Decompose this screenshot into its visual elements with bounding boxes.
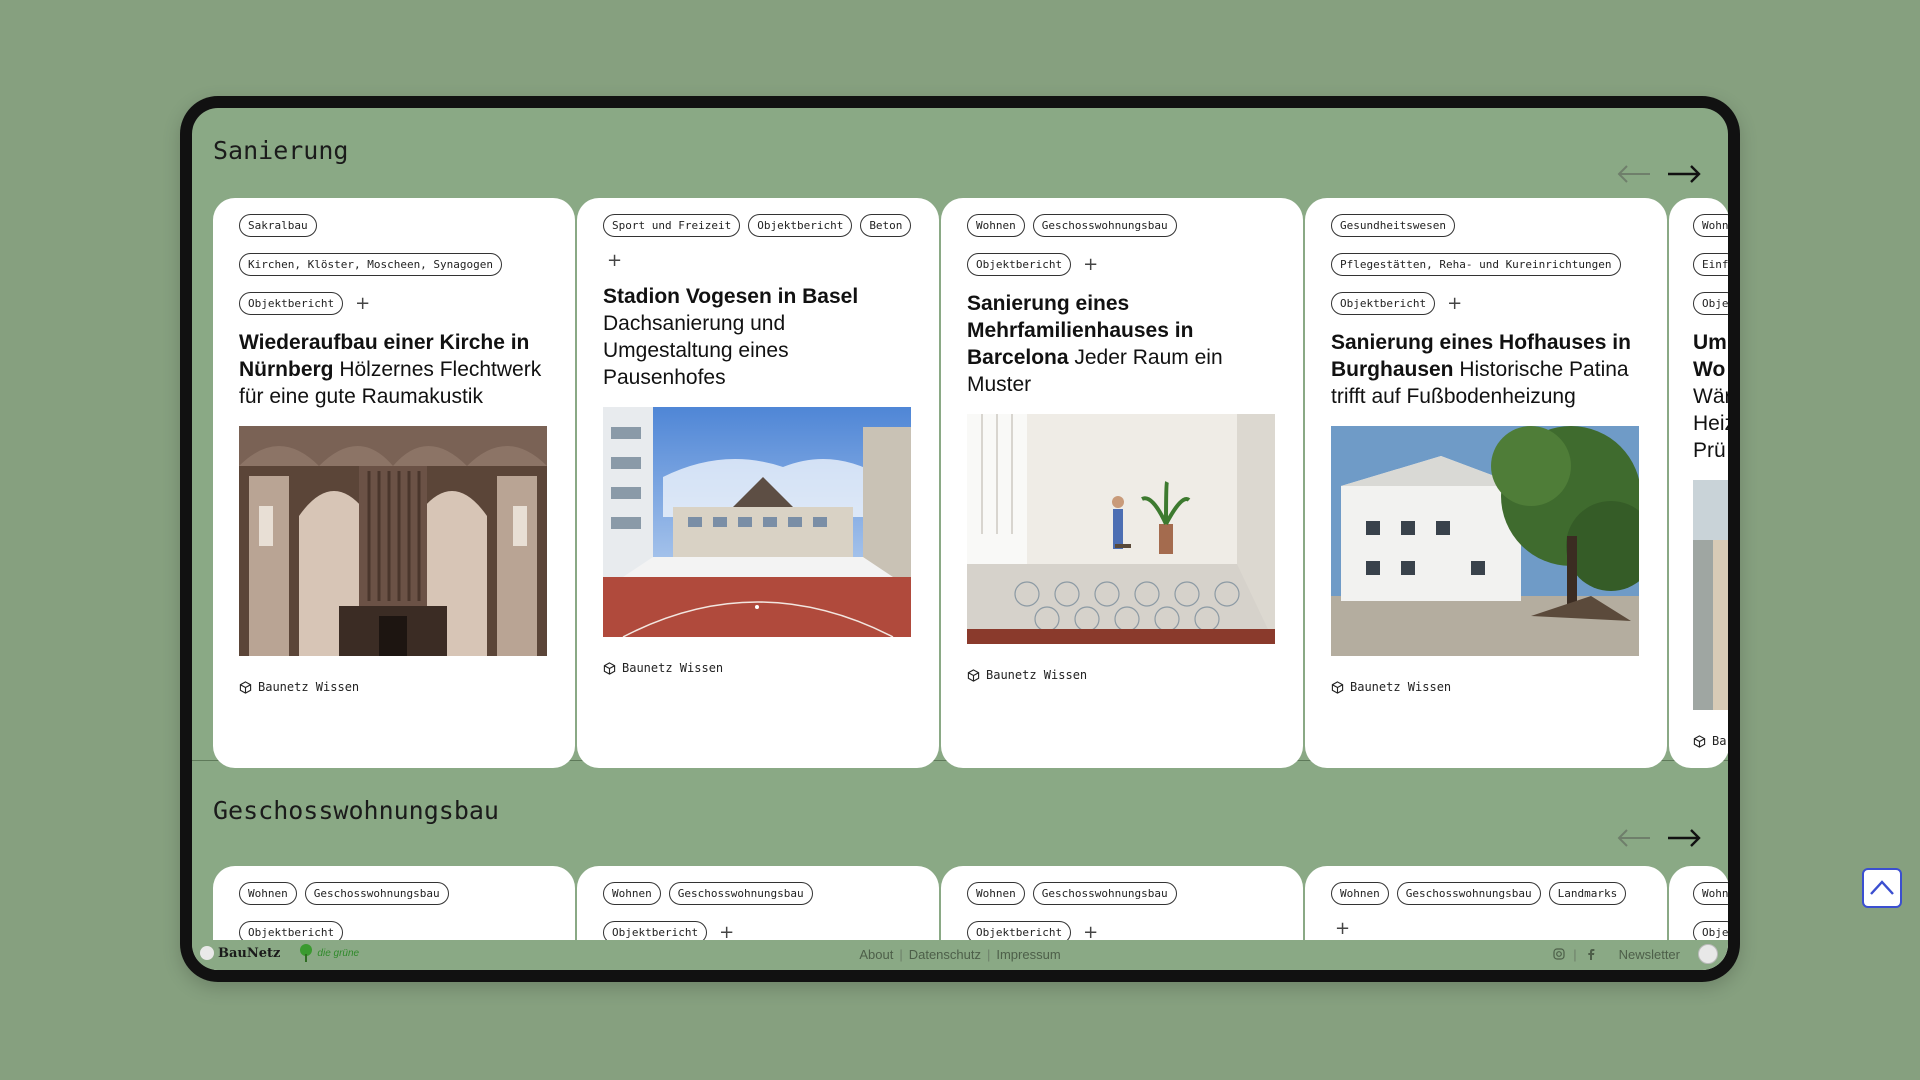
browser-screen: Sanierung Sakralbau Kirchen, Klöster, Mo… (192, 108, 1728, 970)
tag[interactable]: Wohn (1693, 214, 1728, 237)
source-label[interactable]: Baunetz Wissen (967, 668, 1277, 682)
tag[interactable]: Geschosswohnungsbau (668, 882, 813, 905)
arrow-right-icon[interactable] (1666, 162, 1702, 186)
plus-icon[interactable]: + (1335, 920, 1350, 938)
source-label[interactable]: Baunetz Wissen (239, 680, 549, 694)
tag[interactable]: Pflegestätten, Reha- und Kureinrichtunge… (1331, 253, 1621, 276)
tag[interactable]: Sakralbau (239, 214, 317, 237)
arrow-left-icon[interactable] (1616, 826, 1652, 850)
cube-icon (1693, 734, 1706, 748)
tag[interactable]: Objektbericht (239, 292, 344, 315)
tag[interactable]: Einf (1693, 253, 1728, 276)
article-card[interactable]: Sakralbau Kirchen, Klöster, Moscheen, Sy… (213, 198, 575, 768)
tag[interactable]: Beton (860, 214, 912, 237)
plus-icon[interactable]: + (355, 294, 370, 312)
tag-list: Wohn Obje (1693, 882, 1728, 944)
card-title[interactable]: Wiederaufbau einer Kirche in Nürnberg Hö… (239, 329, 549, 410)
tag[interactable]: Geschosswohnungsbau (304, 882, 449, 905)
card-title[interactable]: Um Wo Wär Heiz Prü (1693, 329, 1728, 464)
partial-image (1693, 480, 1728, 710)
footer-link-datenschutz[interactable]: Datenschutz (909, 947, 981, 962)
cube-icon (1331, 680, 1344, 694)
newsletter-link[interactable]: Newsletter (1619, 947, 1680, 962)
tag-list: Wohn Einf Obje (1693, 214, 1728, 315)
tag[interactable]: Wohnen (1331, 882, 1389, 905)
footer-logos: BauNetz die grüne (200, 944, 359, 962)
arrow-left-icon[interactable] (1616, 162, 1652, 186)
arrow-right-icon[interactable] (1666, 826, 1702, 850)
tag-list: Sport und Freizeit Objektbericht Beton + (603, 214, 943, 270)
carousel-controls (1616, 826, 1702, 850)
cube-icon (603, 661, 616, 675)
farmhouse-image (1331, 426, 1639, 656)
card-title[interactable]: Stadion Vogesen in Basel Dachsanierung u… (603, 283, 913, 391)
tag[interactable]: Geschosswohnungsbau (1032, 882, 1177, 905)
device-frame: Sanierung Sakralbau Kirchen, Klöster, Mo… (180, 96, 1740, 982)
tag-list: Wohnen Geschosswohnungsbau Objektbericht… (603, 882, 943, 944)
tag[interactable]: Wohnen (603, 882, 661, 905)
tag[interactable]: Obje (1693, 292, 1728, 315)
section-geschosswohnungsbau: Geschosswohnungsbau Wohnen Geschosswohnu… (192, 760, 1728, 970)
tag[interactable]: Objektbericht (1331, 292, 1436, 315)
tag-list: Wohnen Geschosswohnungsbau Objektbericht (239, 882, 579, 944)
article-card[interactable]: Wohnen Geschosswohnungsbau Objektbericht… (941, 198, 1303, 768)
article-card[interactable]: Sport und Freizeit Objektbericht Beton +… (577, 198, 939, 768)
cube-icon (967, 668, 980, 682)
baunetz-mark-icon (200, 946, 214, 960)
tag[interactable]: Geschosswohnungsbau (1396, 882, 1541, 905)
card-carousel: Sakralbau Kirchen, Klöster, Moscheen, Sy… (213, 198, 1728, 768)
tag-list: Wohnen Geschosswohnungsbau Objektbericht… (967, 214, 1307, 276)
tag[interactable]: Geschosswohnungsbau (1032, 214, 1177, 237)
plus-icon[interactable]: + (1083, 255, 1098, 273)
tag-list: Gesundheitswesen Pflegestätten, Reha- un… (1331, 214, 1671, 315)
plus-icon[interactable]: + (719, 923, 734, 941)
card-title[interactable]: Sanierung eines Hofhauses in Burghausen … (1331, 329, 1641, 410)
tag[interactable]: Sport und Freizeit (603, 214, 741, 237)
source-label[interactable]: Baunetz Wissen (1331, 680, 1641, 694)
tag[interactable]: Landmarks (1548, 882, 1627, 905)
tag[interactable]: Wohnen (967, 882, 1025, 905)
tag[interactable]: Gesundheitswesen (1331, 214, 1455, 237)
tag-list: Wohnen Geschosswohnungsbau Landmarks + (1331, 882, 1671, 938)
article-card-partial[interactable]: Wohn Einf Obje Um Wo Wär Heiz Prü Ba (1669, 198, 1728, 768)
source-label[interactable]: Ba (1693, 734, 1728, 748)
footer-link-about[interactable]: About (859, 947, 893, 962)
instagram-icon[interactable] (1553, 948, 1565, 960)
chevron-up-icon (1870, 880, 1894, 895)
green-logo[interactable]: die grüne (298, 944, 359, 962)
source-label[interactable]: Baunetz Wissen (603, 661, 913, 675)
tag[interactable]: Objektbericht (967, 253, 1072, 276)
facebook-icon[interactable] (1585, 948, 1597, 960)
footer-links: About | Datenschutz | Impressum (859, 947, 1061, 962)
footer-link-impressum[interactable]: Impressum (996, 947, 1060, 962)
plus-icon[interactable]: + (1447, 294, 1462, 312)
article-card[interactable]: Gesundheitswesen Pflegestätten, Reha- un… (1305, 198, 1667, 768)
tag-list: Sakralbau Kirchen, Klöster, Moscheen, Sy… (239, 214, 579, 315)
cube-icon (239, 680, 252, 694)
tag[interactable]: Kirchen, Klöster, Moscheen, Synagogen (239, 253, 503, 276)
apartment-interior-image (967, 414, 1275, 644)
footer-bar: BauNetz die grüne About | Datenschutz | … (192, 940, 1728, 970)
baunetz-logo[interactable]: BauNetz (200, 946, 280, 961)
footer-right: | Newsletter (1553, 944, 1718, 964)
tag[interactable]: Objektbericht (748, 214, 853, 237)
tag[interactable]: Wohn (1693, 882, 1728, 905)
carousel-controls (1616, 162, 1702, 186)
stadium-image (603, 407, 911, 637)
tag-list: Wohnen Geschosswohnungsbau Objektbericht… (967, 882, 1307, 944)
plus-icon[interactable]: + (1083, 923, 1098, 941)
section-title: Sanierung (213, 136, 349, 165)
tree-icon (300, 944, 313, 962)
fingerprint-icon[interactable] (1698, 944, 1718, 964)
card-title[interactable]: Sanierung eines Mehrfamilienhauses in Ba… (967, 290, 1277, 398)
plus-icon[interactable]: + (607, 252, 622, 270)
section-sanierung: Sanierung Sakralbau Kirchen, Klöster, Mo… (192, 108, 1728, 768)
church-interior-image (239, 426, 547, 656)
tag[interactable]: Wohnen (239, 882, 297, 905)
scroll-to-top-button[interactable] (1862, 868, 1902, 908)
section-title: Geschosswohnungsbau (213, 796, 499, 825)
tag[interactable]: Wohnen (967, 214, 1025, 237)
